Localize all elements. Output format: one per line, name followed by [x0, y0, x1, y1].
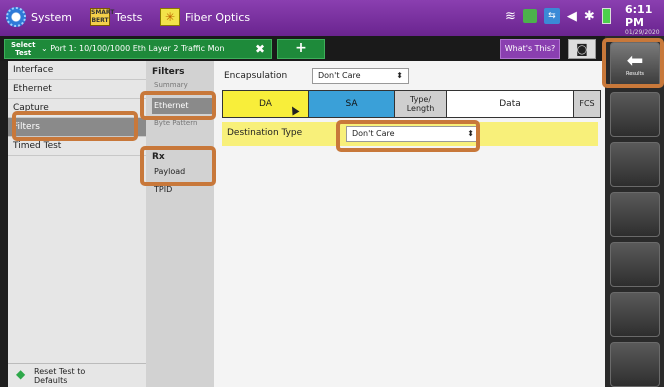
frame-fields: DA SA Type/Length Data FCS [222, 90, 601, 118]
main-panel: Encapsulation Don't Care ⬍ DA SA Type/Le… [214, 61, 605, 387]
field-data[interactable]: Data [447, 91, 574, 117]
sidebar-item-interface[interactable]: Interface [8, 61, 146, 80]
rail-button-6[interactable] [610, 292, 660, 337]
gear-icon [6, 7, 26, 27]
fiber-optics-icon: ✳ [160, 8, 180, 26]
fiber-optics-button[interactable]: ✳ Fiber Optics [160, 5, 250, 29]
reset-label: Reset Test to Defaults [34, 367, 86, 385]
system-button[interactable]: System [6, 5, 72, 29]
tests-button[interactable]: SMART BERT Tests [90, 5, 142, 29]
test-tab[interactable]: Select Test ⌄ Port 1: 10/100/1000 Eth Lay… [4, 39, 272, 59]
bluetooth-icon: ✱ [583, 8, 595, 24]
rail-button-7[interactable] [610, 342, 660, 387]
reset-test-button[interactable]: ◆ Reset Test to Defaults [8, 363, 146, 387]
highlight-rx-payload [140, 146, 216, 186]
system-label: System [31, 10, 73, 24]
sidebar: Interface Ethernet Capture Filters Timed… [8, 61, 146, 387]
cloud-check-icon [522, 9, 537, 23]
whats-this-button[interactable]: What's This? [500, 39, 560, 59]
wifi-icon: ≋ [505, 8, 516, 24]
field-fcs[interactable]: FCS [574, 91, 600, 117]
status-icons: ≋ ⇆ ◀ ✱ [505, 8, 611, 24]
rail-button-4[interactable] [610, 192, 660, 237]
usb-status-icon: ⇆ [543, 8, 560, 24]
add-test-button[interactable]: + [277, 39, 325, 59]
smart-bert-icon: SMART BERT [90, 8, 115, 26]
select-test-label: Select Test [11, 41, 36, 57]
clock-date: 01/29/2020 [625, 29, 660, 36]
top-bar: System SMART BERT Tests ✳ Fiber Optics ≋… [0, 0, 664, 36]
filters-header: Filters [152, 67, 185, 77]
port-label: ⌄ Port 1: 10/100/1000 Eth Layer 2 Traffi… [41, 44, 225, 53]
encapsulation-label: Encapsulation [224, 71, 288, 81]
right-rail: ⬅ Results [605, 36, 664, 387]
rail-button-5[interactable] [610, 242, 660, 287]
reset-icon: ◆ [16, 367, 26, 381]
encapsulation-value: Don't Care [318, 71, 361, 80]
clock: 6:11 PM 01/29/2020 [625, 3, 664, 36]
field-sa[interactable]: SA [309, 91, 395, 117]
sidebar-item-ethernet[interactable]: Ethernet [8, 80, 146, 99]
highlight-filters [12, 111, 138, 141]
volume-icon: ◀ [566, 8, 577, 24]
fiber-optics-label: Fiber Optics [185, 10, 251, 24]
select-arrows-icon: ⬍ [396, 71, 403, 80]
highlight-ethernet [140, 91, 216, 120]
highlight-results [602, 38, 664, 88]
field-type-length[interactable]: Type/Length [395, 91, 447, 117]
encapsulation-select[interactable]: Don't Care ⬍ [312, 68, 409, 84]
tests-label: Tests [115, 10, 143, 24]
camera-icon[interactable]: ◙ [568, 39, 596, 59]
tab-bar: Select Test ⌄ Port 1: 10/100/1000 Eth Lay… [0, 36, 605, 61]
highlight-destination-type [336, 120, 480, 152]
battery-icon [601, 8, 611, 24]
rail-button-3[interactable] [610, 142, 660, 187]
rail-button-2[interactable] [610, 92, 660, 137]
destination-type-label: Destination Type [227, 128, 303, 138]
clock-time: 6:11 PM [625, 3, 653, 29]
close-tab-icon[interactable]: ✖ [255, 42, 265, 56]
